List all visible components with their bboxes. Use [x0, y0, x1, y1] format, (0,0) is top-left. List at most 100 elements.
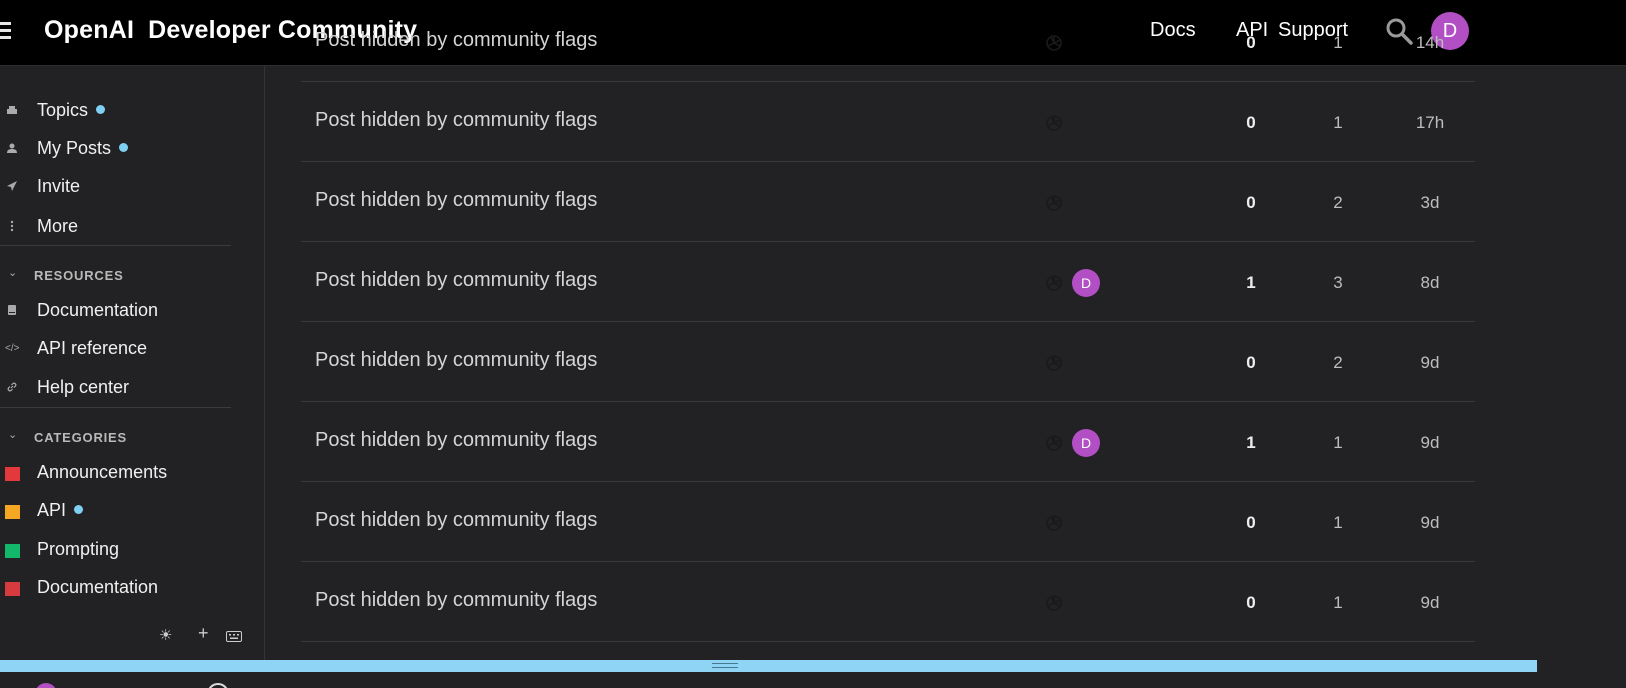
section-heading: RESOURCES	[34, 268, 124, 283]
view-count: 1	[1333, 33, 1343, 52]
plus-icon[interactable]: +	[198, 623, 209, 644]
sidebar-item-label: API reference	[37, 338, 148, 358]
topic-title-link[interactable]: Post hidden by community flags	[315, 349, 597, 372]
sidebar-item-announcements[interactable]: Announcements	[0, 458, 240, 488]
reply-count: 0	[1246, 593, 1256, 612]
category-color-swatch	[5, 467, 20, 481]
sidebar-item-my-posts[interactable]: My Posts	[0, 134, 240, 164]
layers-icon	[5, 104, 19, 118]
reply-count: 0	[1246, 193, 1256, 212]
topic-title-link[interactable]: Post hidden by community flags	[315, 509, 597, 532]
topic-row[interactable]: Post hidden by community flags 0 1 9d	[301, 482, 1475, 562]
openai-logo-icon[interactable]	[1044, 193, 1064, 213]
activity-time[interactable]: 9d	[1405, 593, 1455, 613]
sidebar-item-label: Invite	[37, 176, 81, 196]
category-color-swatch	[5, 544, 20, 558]
poster-avatar[interactable]: D	[1072, 269, 1100, 297]
view-count: 1	[1333, 433, 1343, 452]
poster-avatar[interactable]: D	[1072, 429, 1100, 457]
sidebar-divider	[0, 407, 231, 408]
openai-logo-icon[interactable]	[1044, 353, 1064, 373]
section-toggle-categories[interactable]: ⌄ CATEGORIES	[0, 425, 240, 449]
drag-grip-icon[interactable]	[712, 663, 738, 668]
openai-logo-icon[interactable]	[1044, 113, 1064, 133]
reply-count: 0	[1246, 513, 1256, 532]
sidebar-item-topics[interactable]: Topics	[0, 96, 240, 126]
sidebar-item-invite[interactable]: Invite	[0, 172, 240, 202]
activity-time[interactable]: 17h	[1405, 113, 1455, 133]
sidebar-item-label: Documentation	[37, 300, 159, 320]
topic-row[interactable]: Post hidden by community flags 0 2 9d	[301, 322, 1475, 402]
sidebar-item-api-reference[interactable]: </> API reference	[0, 334, 240, 364]
reply-count: 0	[1246, 353, 1256, 372]
view-count: 1	[1333, 113, 1343, 132]
section-heading: CATEGORIES	[34, 430, 127, 445]
topic-title-link[interactable]: Post hidden by community flags	[315, 429, 597, 452]
activity-time[interactable]: 9d	[1405, 513, 1455, 533]
code-icon: </>	[5, 343, 20, 354]
sidebar-item-more[interactable]: More	[0, 212, 240, 242]
bottom-area	[0, 672, 1626, 688]
sidebar-item-label: My Posts	[37, 138, 112, 158]
activity-time[interactable]: 3d	[1405, 193, 1455, 213]
chevron-down-icon: ⌄	[8, 267, 18, 279]
view-count: 2	[1333, 353, 1343, 372]
category-color-swatch	[5, 582, 20, 596]
sidebar-item-documentation-category[interactable]: Documentation	[0, 573, 240, 603]
sidebar-item-documentation[interactable]: Documentation	[0, 296, 240, 326]
topic-title-link[interactable]: Post hidden by community flags	[315, 29, 597, 52]
composer-resize-bar[interactable]	[0, 660, 1537, 672]
more-vertical-icon	[5, 220, 19, 234]
activity-time[interactable]: 14h	[1405, 33, 1455, 53]
openai-logo-icon[interactable]	[1044, 33, 1064, 53]
sidebar-item-label: More	[37, 216, 79, 236]
activity-time[interactable]: 9d	[1405, 353, 1455, 373]
openai-logo-icon[interactable]	[1044, 593, 1064, 613]
openai-logo-icon[interactable]	[1044, 513, 1064, 533]
sidebar-item-label: Topics	[37, 100, 89, 120]
sidebar-item-label: Prompting	[37, 539, 120, 559]
reply-count: 0	[1246, 33, 1256, 52]
topic-title-link[interactable]: Post hidden by community flags	[315, 269, 597, 292]
unread-dot	[119, 142, 129, 152]
view-count: 2	[1333, 193, 1343, 212]
activity-time[interactable]: 9d	[1405, 433, 1455, 453]
sun-icon[interactable]: ☀	[159, 626, 172, 644]
openai-logo-icon[interactable]	[1044, 433, 1064, 453]
sidebar-item-prompting[interactable]: Prompting	[0, 535, 240, 565]
sidebar-item-label: Documentation	[37, 577, 159, 597]
topic-title-link[interactable]: Post hidden by community flags	[315, 109, 597, 132]
sidebar: Topics My Posts Invite More ⌄ RESOURCES …	[0, 66, 265, 660]
activity-time[interactable]: 8d	[1405, 273, 1455, 293]
openai-logo-icon[interactable]	[1044, 273, 1064, 293]
unread-dot	[74, 504, 84, 514]
reply-count: 1	[1246, 433, 1256, 452]
unread-dot	[96, 104, 106, 114]
topic-row[interactable]: Post hidden by community flags 0 1 9d	[301, 562, 1475, 642]
user-icon	[5, 142, 19, 156]
keyboard-icon[interactable]	[226, 629, 242, 646]
sidebar-item-help-center[interactable]: Help center	[0, 373, 240, 403]
sidebar-item-label: Help center	[37, 377, 130, 397]
brand-openai: OpenAI	[44, 16, 135, 44]
topic-row[interactable]: Post hidden by community flags 0 1 14h	[301, 2, 1475, 82]
view-count: 1	[1333, 513, 1343, 532]
sidebar-divider	[0, 245, 231, 246]
view-count: 3	[1333, 273, 1343, 292]
topic-row[interactable]: Post hidden by community flags D 1 1 9d	[301, 402, 1475, 482]
section-toggle-resources[interactable]: ⌄ RESOURCES	[0, 263, 240, 287]
reply-count: 1	[1246, 273, 1256, 292]
topic-row[interactable]: Post hidden by community flags 0 1 17h	[301, 82, 1475, 162]
view-count: 1	[1333, 593, 1343, 612]
topic-row[interactable]: Post hidden by community flags 0 2 3d	[301, 162, 1475, 242]
hamburger-menu-icon[interactable]	[0, 22, 12, 40]
sidebar-item-api[interactable]: API	[0, 496, 240, 526]
topic-title-link[interactable]: Post hidden by community flags	[315, 189, 597, 212]
chevron-down-icon: ⌄	[8, 429, 18, 441]
sidebar-item-label: API	[37, 500, 67, 520]
link-icon	[5, 381, 19, 395]
topic-row[interactable]: Post hidden by community flags D 1 3 8d	[301, 242, 1475, 322]
topic-title-link[interactable]: Post hidden by community flags	[315, 589, 597, 612]
reply-count: 0	[1246, 113, 1256, 132]
paper-plane-icon	[5, 180, 19, 194]
